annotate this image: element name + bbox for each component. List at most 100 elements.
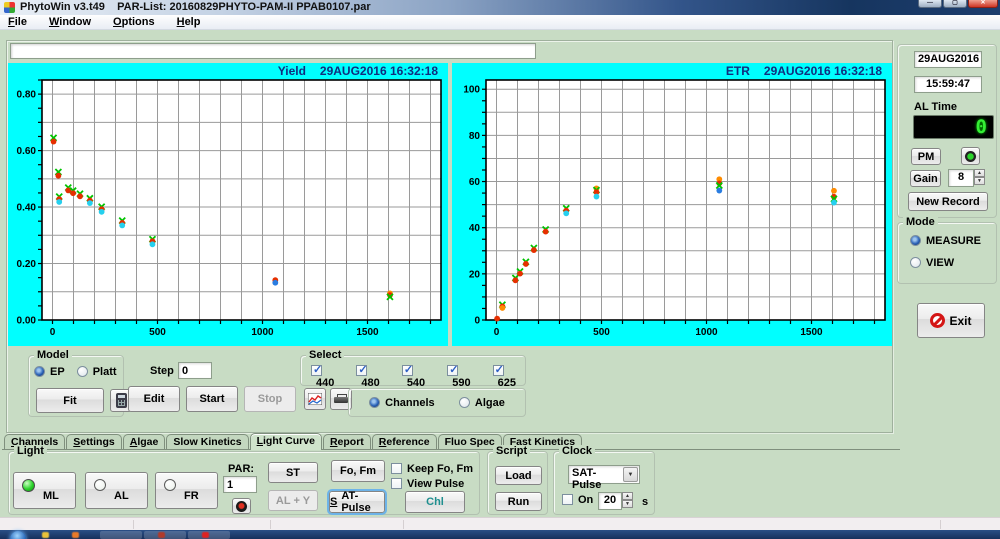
svg-text:80: 80 [469, 131, 481, 142]
mode-option-view[interactable]: VIEW [910, 257, 981, 269]
pm-button[interactable]: PM [911, 148, 941, 165]
spin-down-icon[interactable]: ▼ [974, 177, 985, 185]
select-channel-590[interactable]: 590 [447, 363, 479, 389]
tab-settings[interactable]: Settings [66, 434, 122, 449]
fo-fm-button[interactable]: Fo, Fm [331, 460, 385, 482]
radio-icon[interactable] [458, 396, 470, 408]
printer-icon [334, 393, 348, 405]
par-input[interactable] [223, 476, 257, 493]
select-channel-440[interactable]: 440 [311, 363, 343, 389]
menu-file[interactable]: File [8, 16, 27, 28]
checkbox-icon[interactable] [391, 463, 402, 474]
model-option-platt[interactable]: Platt [76, 366, 117, 378]
graph-export-button[interactable] [304, 388, 326, 410]
chevron-down-icon[interactable]: ▼ [623, 467, 638, 482]
taskbar-app-button[interactable] [100, 531, 142, 539]
close-button[interactable]: ✕ [968, 0, 998, 8]
gain-stepper[interactable]: 8 ▲ ▼ [948, 169, 985, 187]
menu-bar: File Window Options Help [0, 15, 1000, 30]
gain-spinner[interactable]: ▲ ▼ [974, 169, 985, 187]
radio-icon[interactable] [910, 235, 921, 246]
gain-button[interactable]: Gain [910, 170, 941, 187]
spin-down-icon[interactable]: ▼ [622, 500, 633, 508]
exit-button[interactable]: Exit [917, 303, 985, 338]
view-option-channels[interactable]: Channels [369, 396, 435, 409]
radio-label: EP [50, 366, 65, 378]
checkbox-icon[interactable] [311, 363, 322, 376]
menu-options[interactable]: Options [113, 16, 155, 28]
select-channel-540[interactable]: 540 [401, 363, 434, 389]
menu-window[interactable]: Window [49, 16, 91, 28]
script-load-button[interactable]: Load [495, 466, 542, 485]
radio-icon[interactable] [76, 366, 88, 377]
new-record-button[interactable]: New Record [908, 192, 988, 211]
clock-on-checkbox[interactable]: On [562, 494, 593, 506]
taskbar-app-button[interactable] [188, 531, 230, 539]
checkbox-icon[interactable] [356, 363, 368, 376]
tab-algae[interactable]: Algae [122, 434, 166, 449]
svg-text:100: 100 [463, 85, 480, 96]
sat-pulse-button[interactable]: S AT-Pulse [327, 489, 387, 515]
tab-reference[interactable]: Reference [371, 434, 437, 449]
fit-button[interactable]: Fit [36, 388, 104, 413]
radio-icon[interactable] [34, 366, 45, 377]
radio-icon[interactable] [910, 257, 921, 268]
fr-button[interactable]: FR [155, 472, 218, 509]
clock-interval-stepper[interactable]: 20 ▲ ▼ [598, 492, 633, 510]
spin-up-icon[interactable]: ▲ [974, 169, 985, 177]
checkbox-icon[interactable] [562, 494, 573, 505]
start-button[interactable]: Start [186, 386, 238, 412]
al-time-label: AL Time [914, 101, 957, 113]
tab-light-curve[interactable]: Light Curve [249, 433, 322, 450]
select-channel-625[interactable]: 625 [492, 363, 525, 389]
chart-title-text: Yield [277, 64, 306, 78]
taskbar-icon[interactable] [42, 532, 49, 538]
mode-groupbox: Mode MEASURE VIEW [897, 216, 997, 284]
app-title: PhytoWin v3.t49 [20, 1, 105, 13]
title-bar: PhytoWin v3.t49 PAR-List: 20160829PHYTO-… [0, 0, 1000, 15]
measure-groupbox: 29AUG2016 15:59:47 AL Time 0 PM Gain 8 ▲… [897, 44, 997, 218]
checkbox-icon[interactable] [391, 478, 402, 489]
menu-help[interactable]: Help [177, 16, 201, 28]
radio-icon[interactable] [369, 396, 381, 408]
select-channel-480[interactable]: 480 [356, 363, 388, 389]
svg-text:0.20: 0.20 [17, 259, 37, 270]
checkbox-icon[interactable] [447, 363, 458, 376]
chl-button[interactable]: Chl [405, 491, 465, 513]
clock-interval-value: 20 [598, 492, 622, 510]
taskbar-app-button[interactable] [144, 531, 186, 539]
checkbox-icon[interactable] [492, 363, 504, 376]
step-input[interactable] [178, 362, 212, 379]
status-bar [0, 517, 1000, 530]
checkbox-icon[interactable] [401, 363, 413, 376]
step-label: Step [150, 365, 174, 377]
al-led-icon [94, 479, 106, 491]
pm-led-icon [965, 150, 976, 162]
taskbar-icon[interactable] [72, 532, 79, 538]
ml-button[interactable]: ML [13, 472, 76, 509]
svg-text:0: 0 [50, 327, 56, 338]
script-run-button[interactable]: Run [495, 492, 542, 511]
checkbox-label: Keep Fo, Fm [407, 463, 474, 475]
mode-option-measure[interactable]: MEASURE [910, 235, 981, 247]
model-option-ep[interactable]: EP [34, 366, 65, 378]
start-button[interactable] [10, 531, 26, 539]
st-button[interactable]: ST [268, 462, 318, 483]
light-button-label: AL [114, 489, 129, 502]
minimize-button[interactable]: — [918, 0, 942, 8]
checkbox-keep-fo-fm[interactable]: Keep Fo, Fm [391, 463, 473, 475]
clock-interval-spinner[interactable]: ▲ ▼ [622, 492, 633, 510]
tab-slow-kinetics[interactable]: Slow Kinetics [166, 434, 249, 449]
svg-text:500: 500 [593, 327, 610, 338]
par-list-field[interactable] [10, 43, 536, 59]
tab-report[interactable]: Report [322, 434, 371, 449]
spin-up-icon[interactable]: ▲ [622, 492, 633, 500]
checkbox-view-pulse[interactable]: View Pulse [391, 478, 473, 490]
al-button[interactable]: AL [85, 472, 148, 509]
maximize-button[interactable]: ▢ [943, 0, 967, 8]
clock-mode-dropdown[interactable]: SAT-Pulse ▼ [568, 465, 640, 491]
edit-button[interactable]: Edit [128, 386, 180, 412]
radio-label: Platt [92, 366, 117, 378]
view-option-algae[interactable]: Algae [458, 396, 505, 409]
app-icon [4, 2, 15, 13]
